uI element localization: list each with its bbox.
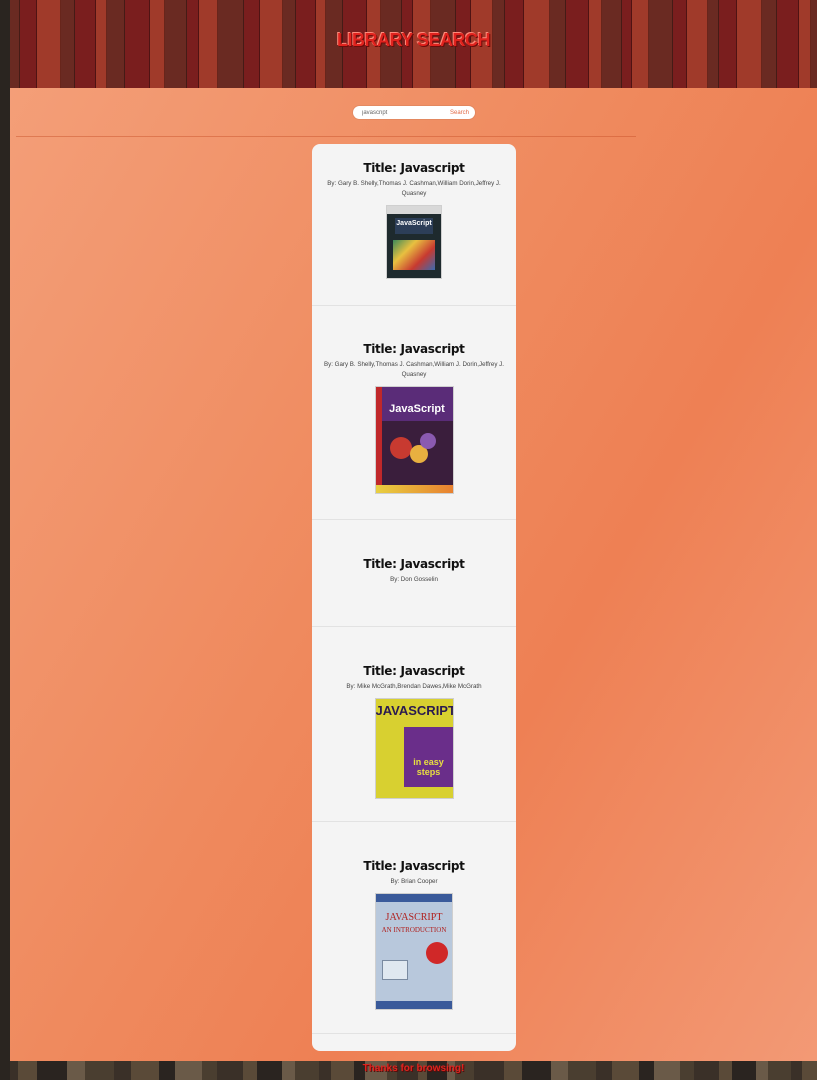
cover-title: JavaScript	[389, 403, 445, 415]
search-button[interactable]: Search	[442, 110, 469, 116]
cover-title: JAVASCRIPT	[375, 703, 453, 718]
footer-text: Thanks for browsing!	[362, 1063, 465, 1074]
cover-title: JAVASCRIPT	[385, 912, 443, 923]
result-title: Title: Javascript	[363, 161, 465, 175]
search-bar: Search	[353, 106, 475, 119]
cover-subtitle: in easy steps	[413, 757, 444, 777]
book-cover-image[interactable]: JavaScript	[375, 387, 453, 493]
footer-banner: Thanks for browsing!	[10, 1061, 817, 1080]
search-input[interactable]	[353, 106, 442, 119]
result-authors: By: Brian Cooper	[390, 878, 438, 885]
result-authors: By: Don Gosselin	[390, 576, 438, 583]
book-cover-image[interactable]: JAVASCRIPT AN INTRODUCTION	[376, 894, 452, 1009]
results-list: Title: Javascript By: Gary B. Shelly,Tho…	[312, 144, 516, 1051]
header-banner: LIBRARY SEARCH	[10, 0, 817, 88]
result-authors: By: Gary B. Shelly,Thomas J. Cashman,Wil…	[327, 180, 501, 197]
result-item[interactable]: Title: Javascript By: Gary B. Shelly,Tho…	[312, 306, 516, 520]
result-title: Title: Javascript	[363, 664, 465, 678]
cover-title: JavaScript	[396, 220, 432, 227]
result-item[interactable]: Title: Javascript By: Gary B. Shelly,Tho…	[312, 144, 516, 306]
app-root: LIBRARY SEARCH Search Title: Javascript …	[10, 0, 817, 1080]
result-item[interactable]: Title: Javascript By: Mike McGrath,Brend…	[312, 627, 516, 822]
result-title: Title: Javascript	[363, 342, 465, 356]
result-item[interactable]: Title: Javascript By: Don Gosselin	[312, 520, 516, 627]
result-title: Title: Javascript	[363, 859, 465, 873]
result-authors: By: Mike McGrath,Brendan Dawes,Mike McGr…	[346, 683, 482, 690]
book-cover-image[interactable]: JavaScript	[387, 206, 441, 278]
cover-subtitle: AN INTRODUCTION	[381, 926, 447, 934]
result-title: Title: Javascript	[363, 557, 465, 571]
page-title: LIBRARY SEARCH	[336, 30, 491, 50]
header-divider	[16, 136, 636, 137]
result-item[interactable]: Title: Javascript By: Brian Cooper JAVAS…	[312, 822, 516, 1034]
book-cover-image[interactable]: JAVASCRIPT in easy steps	[375, 699, 453, 798]
result-authors: By: Gary B. Shelly,Thomas J. Cashman,Wil…	[324, 361, 504, 378]
